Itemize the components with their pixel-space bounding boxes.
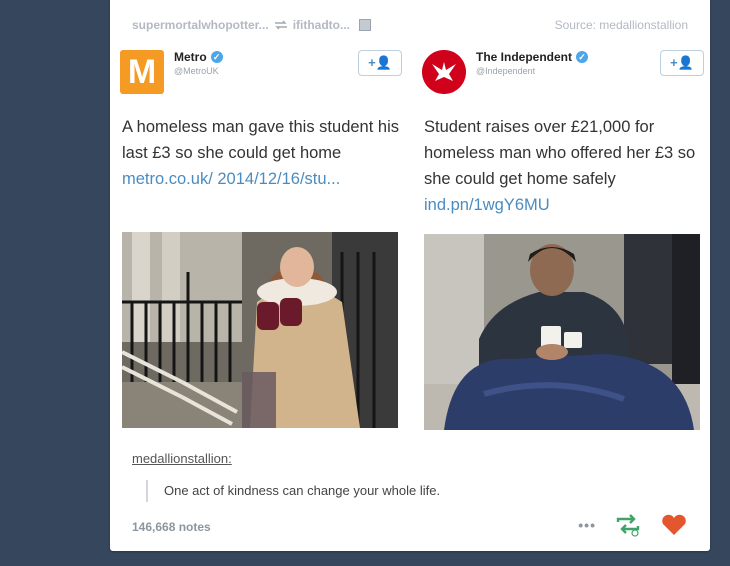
student-photo-image <box>122 232 398 428</box>
source-link[interactable]: Source: medallionstallion <box>555 18 688 32</box>
account-handle: @MetroUK <box>174 66 219 76</box>
tweet-body: A homeless man gave this student his las… <box>122 118 399 162</box>
tweet-body: Student raises over £21,000 for homeless… <box>424 118 696 188</box>
account-handle: @Independent <box>476 66 536 76</box>
tweet-photo-homeless-man[interactable] <box>424 234 700 430</box>
tweet-photo-student[interactable] <box>122 232 398 428</box>
homeless-man-photo-image <box>424 234 700 430</box>
account-name-text: Metro <box>174 50 207 64</box>
account-name-text: The Independent <box>476 50 572 64</box>
tumblr-post: supermortalwhopotter... ifithadto... Sou… <box>110 0 710 551</box>
follow-button[interactable]: +👤 <box>660 50 704 76</box>
tweet-card-metro: M Metro ✓ @MetroUK +👤 A homeless man gav… <box>120 46 406 428</box>
tweet-account: M Metro ✓ @MetroUK +👤 <box>120 46 406 106</box>
caption-quote: One act of kindness can change your whol… <box>146 480 440 502</box>
reblog-trail: supermortalwhopotter... ifithadto... <box>132 18 372 32</box>
metro-logo-icon[interactable]: M <box>120 50 164 94</box>
tweet-link[interactable]: ind.pn/1wgY6MU <box>424 196 550 214</box>
post-actions: ••• <box>578 513 688 537</box>
account-name[interactable]: Metro ✓ <box>174 50 223 64</box>
independent-eagle-logo-icon[interactable] <box>422 50 466 94</box>
tweet-account: The Independent ✓ @Independent +👤 <box>422 46 708 106</box>
caption-author-name: medallionstallion <box>132 451 229 466</box>
tweet-link[interactable]: metro.co.uk/ 2014/12/16/stu... <box>122 170 340 188</box>
like-heart-icon[interactable] <box>660 513 688 537</box>
tweet-text: A homeless man gave this student his las… <box>122 114 404 192</box>
notes-count[interactable]: 146,668 notes <box>132 520 211 534</box>
tweet-text: Student raises over £21,000 for homeless… <box>424 114 706 218</box>
tweet-card-independent: The Independent ✓ @Independent +👤 Studen… <box>422 46 708 430</box>
post-header: supermortalwhopotter... ifithadto... Sou… <box>110 0 710 46</box>
reblogger-username[interactable]: supermortalwhopotter... <box>132 18 269 32</box>
source-username[interactable]: ifithadto... <box>293 18 350 32</box>
follow-button[interactable]: +👤 <box>358 50 402 76</box>
account-name[interactable]: The Independent ✓ <box>476 50 588 64</box>
reblog-icon <box>274 20 287 30</box>
caption-author-colon: : <box>228 451 232 466</box>
avatar-icon <box>359 19 372 31</box>
caption-author[interactable]: medallionstallion: <box>132 451 232 466</box>
reblog-button-icon[interactable] <box>614 513 642 537</box>
verified-icon: ✓ <box>210 51 223 63</box>
verified-icon: ✓ <box>576 51 588 63</box>
more-options-icon[interactable]: ••• <box>578 517 596 533</box>
